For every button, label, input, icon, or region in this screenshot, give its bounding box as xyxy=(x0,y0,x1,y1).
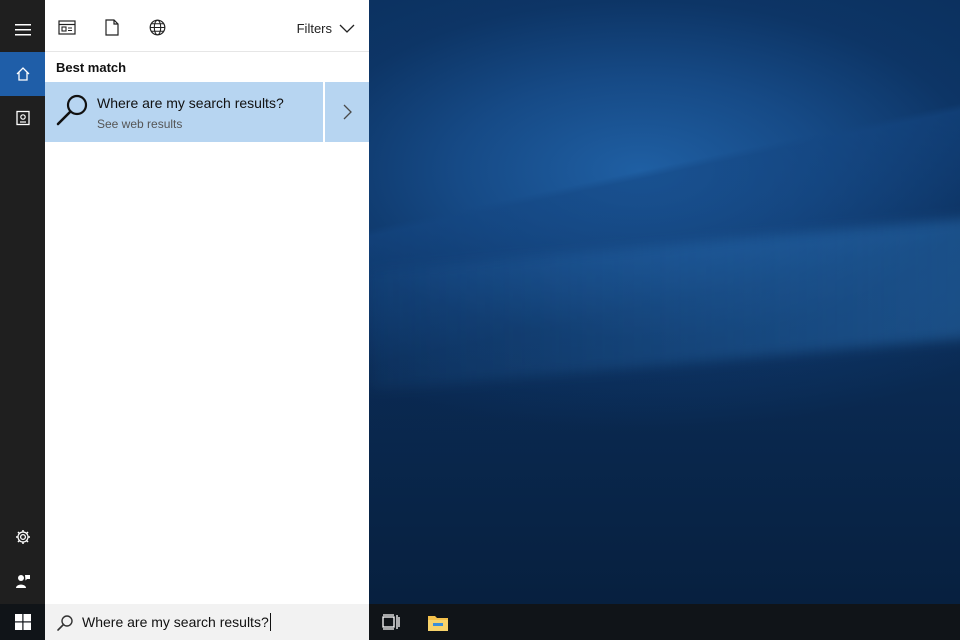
home-icon xyxy=(16,67,29,81)
search-icon xyxy=(57,615,73,631)
filters-dropdown[interactable]: Filters xyxy=(297,18,355,38)
result-title: Where are my search results? xyxy=(97,95,284,111)
task-view-button[interactable] xyxy=(368,604,414,640)
best-match-open-area[interactable]: Where are my search results? See web res… xyxy=(45,82,322,142)
best-match-heading: Best match xyxy=(56,60,127,75)
file-explorer-button[interactable] xyxy=(415,604,461,640)
best-match-result: Where are my search results? See web res… xyxy=(45,82,369,142)
documents-filter-button[interactable] xyxy=(101,16,123,38)
hamburger-menu-button[interactable] xyxy=(0,8,45,52)
chevron-right-icon xyxy=(343,104,352,120)
cortana-rail xyxy=(0,0,45,604)
filters-label: Filters xyxy=(296,20,332,36)
filter-header: Filters xyxy=(45,0,369,52)
taskbar: Where are my search results? xyxy=(0,604,960,640)
magnifier-icon xyxy=(56,94,88,126)
file-explorer-icon xyxy=(428,615,448,631)
start-button[interactable] xyxy=(0,604,45,640)
notebook-icon xyxy=(15,110,30,126)
result-subtitle: See web results xyxy=(97,117,183,131)
wallpaper-light-ray xyxy=(370,209,960,391)
web-icon xyxy=(149,19,165,35)
web-filter-button[interactable] xyxy=(146,16,168,38)
apps-icon xyxy=(58,19,76,35)
apps-filter-button[interactable] xyxy=(56,16,78,38)
task-view-icon xyxy=(382,614,400,630)
chevron-down-icon xyxy=(339,24,355,33)
taskbar-search-box[interactable]: Where are my search results? xyxy=(45,604,369,640)
feedback-button[interactable] xyxy=(0,559,45,603)
home-button[interactable] xyxy=(0,52,45,96)
windows-logo-icon xyxy=(14,614,31,630)
hamburger-menu-icon xyxy=(14,24,31,36)
notebook-button[interactable] xyxy=(0,96,45,140)
search-input[interactable]: Where are my search results? xyxy=(82,604,362,640)
search-results-panel: Filters Best match Where are my search r… xyxy=(45,0,369,604)
documents-icon xyxy=(105,18,119,36)
text-caret xyxy=(269,613,271,631)
result-expand-button[interactable] xyxy=(323,82,369,142)
settings-icon xyxy=(15,530,30,544)
settings-button[interactable] xyxy=(0,515,45,559)
feedback-icon xyxy=(15,575,30,588)
search-query-text: Where are my search results? xyxy=(82,614,269,630)
